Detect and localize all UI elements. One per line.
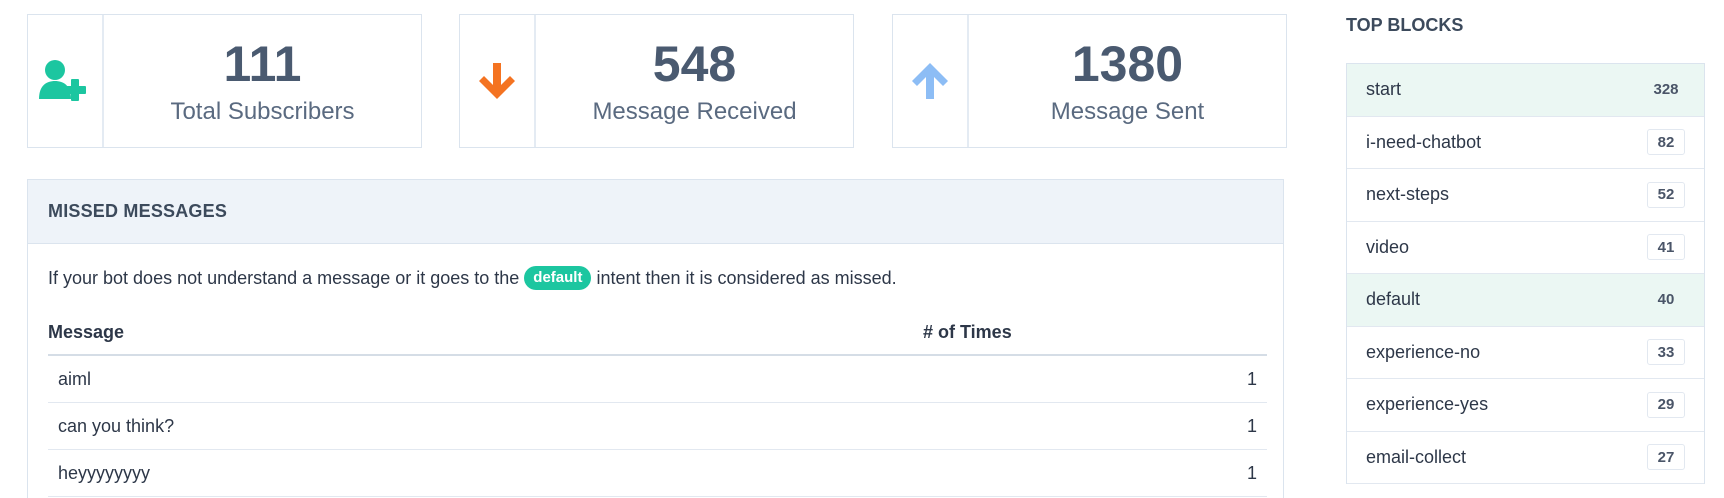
row-times: 1 xyxy=(1246,462,1257,483)
stat-icon-cell xyxy=(28,15,104,147)
message-sent-value: 1380 xyxy=(1071,36,1184,92)
message-sent-label: Message Sent xyxy=(1050,98,1205,125)
description-text-after: intent then it is considered as missed. xyxy=(596,267,897,288)
missed-messages-header: MISSED MESSAGES xyxy=(28,180,1283,244)
top-block-count: 27 xyxy=(1647,444,1685,471)
missed-messages-panel: MISSED MESSAGES If your bot does not und… xyxy=(27,179,1284,498)
table-header: Message # of Times xyxy=(48,310,1267,356)
stat-card-subscribers: 111 Total Subscribers xyxy=(27,14,422,148)
column-header-message[interactable]: Message xyxy=(48,322,923,343)
column-header-times[interactable]: # of Times xyxy=(923,322,1267,343)
missed-messages-title: MISSED MESSAGES xyxy=(48,201,228,221)
top-block-count: 328 xyxy=(1653,81,1679,99)
missed-messages-description: If your bot does not understand a messag… xyxy=(48,266,897,290)
top-block-item-experience-yes[interactable]: experience-yes 29 xyxy=(1347,379,1704,432)
top-block-name: experience-yes xyxy=(1366,394,1489,415)
table-row[interactable]: can you think? 1 xyxy=(48,403,1267,450)
top-block-item-next-steps[interactable]: next-steps 52 xyxy=(1347,169,1704,222)
top-block-item-default[interactable]: default 40 xyxy=(1347,274,1704,327)
top-block-item-email-collect[interactable]: email-collect 27 xyxy=(1347,431,1704,484)
top-block-count: 40 xyxy=(1657,291,1675,309)
top-block-count: 41 xyxy=(1647,234,1685,261)
stat-icon-cell xyxy=(893,15,969,147)
top-block-item-start[interactable]: start 328 xyxy=(1347,64,1704,117)
row-message: aiml xyxy=(58,368,92,389)
row-times: 1 xyxy=(1246,415,1257,436)
table-row[interactable]: aiml 1 xyxy=(48,356,1267,403)
top-block-item-experience-no[interactable]: experience-no 33 xyxy=(1347,326,1704,379)
top-block-name: video xyxy=(1366,236,1410,257)
description-text-before: If your bot does not understand a messag… xyxy=(48,267,520,288)
top-block-item-i-need-chatbot[interactable]: i-need-chatbot 82 xyxy=(1347,116,1704,169)
top-block-count: 52 xyxy=(1647,181,1685,208)
row-times: 1 xyxy=(1246,368,1257,389)
top-block-name: email-collect xyxy=(1366,446,1467,467)
row-message: can you think? xyxy=(58,415,175,436)
top-block-name: experience-no xyxy=(1366,341,1481,362)
row-message: heyyyyyyyy xyxy=(58,462,151,483)
missed-messages-table: Message # of Times aiml 1 can you think?… xyxy=(48,310,1267,497)
total-subscribers-value: 111 xyxy=(223,36,302,92)
arrow-down-icon xyxy=(479,63,515,99)
top-block-name: default xyxy=(1366,289,1421,310)
stat-card-received: 548 Message Received xyxy=(459,14,854,148)
top-blocks-list: start 328 i-need-chatbot 82 next-steps 5… xyxy=(1346,63,1705,484)
dashboard: 111 Total Subscribers 548 Message Receiv… xyxy=(0,0,1724,498)
message-received-label: Message Received xyxy=(592,98,797,125)
stat-card-sent: 1380 Message Sent xyxy=(892,14,1287,148)
top-block-count: 29 xyxy=(1647,391,1685,418)
top-block-item-video[interactable]: video 41 xyxy=(1347,221,1704,274)
top-block-name: i-need-chatbot xyxy=(1366,131,1482,152)
top-block-count: 33 xyxy=(1647,339,1685,366)
total-subscribers-label: Total Subscribers xyxy=(170,98,355,125)
top-block-name: next-steps xyxy=(1366,184,1450,205)
arrow-up-icon xyxy=(912,63,948,99)
top-block-name: start xyxy=(1366,79,1402,100)
stat-icon-cell xyxy=(460,15,536,147)
message-received-value: 548 xyxy=(652,36,737,92)
default-intent-badge: default xyxy=(524,266,592,290)
top-blocks-title: TOP BLOCKS xyxy=(1346,15,1464,35)
table-row[interactable]: heyyyyyyyy 1 xyxy=(48,450,1267,497)
add-user-icon xyxy=(39,60,86,101)
top-block-count: 82 xyxy=(1647,129,1685,156)
